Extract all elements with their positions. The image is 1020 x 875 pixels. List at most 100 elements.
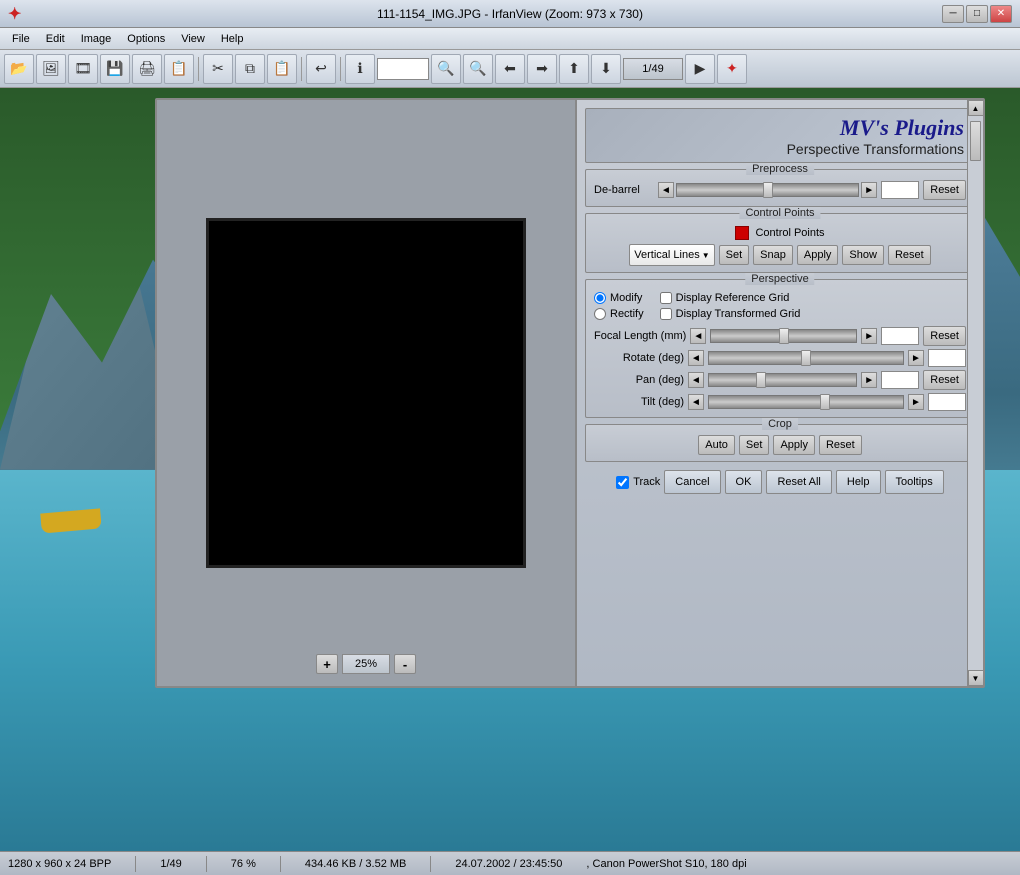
- focal-reset-button[interactable]: Reset: [923, 326, 966, 346]
- undo-button[interactable]: ↩: [306, 54, 336, 84]
- debarrel-label: De-barrel: [594, 184, 654, 196]
- slider-right-arrow[interactable]: ►: [861, 182, 877, 198]
- open-button[interactable]: 📂: [4, 54, 34, 84]
- rotate-right-arrow[interactable]: ►: [908, 350, 924, 366]
- slider-left-arrow[interactable]: ◄: [658, 182, 674, 198]
- menu-options[interactable]: Options: [119, 31, 173, 47]
- rotate-slider[interactable]: [708, 351, 904, 365]
- save-button[interactable]: 💾: [100, 54, 130, 84]
- modify-label: Modify: [610, 292, 642, 304]
- cp-apply-button[interactable]: Apply: [797, 245, 839, 265]
- control-points-row2: Vertical Lines ▼ Set Snap Apply Show Res…: [594, 244, 966, 266]
- zoom-in-button[interactable]: 🔍: [431, 54, 461, 84]
- pan-value[interactable]: -10.5: [881, 371, 919, 389]
- control-points-section: Control Points Control Points Vertical L…: [585, 213, 975, 273]
- modify-radio[interactable]: [594, 292, 606, 304]
- focal-length-value[interactable]: 50: [881, 327, 919, 345]
- thumbnail-button[interactable]: 🖼: [36, 54, 66, 84]
- rotate-left-arrow[interactable]: ◄: [688, 350, 704, 366]
- print-button[interactable]: 🖨: [132, 54, 162, 84]
- trans-grid-checkbox[interactable]: [660, 308, 672, 320]
- preprocess-reset-button[interactable]: Reset: [923, 180, 966, 200]
- scrollbar-track: [968, 116, 983, 670]
- tilt-right-arrow[interactable]: ►: [908, 394, 924, 410]
- title-bar: ✦ 111-1154_IMG.JPG - IrfanView (Zoom: 97…: [0, 0, 1020, 28]
- rectify-row: Rectify: [594, 308, 644, 320]
- info-button2[interactable]: 📋: [164, 54, 194, 84]
- last-button[interactable]: ⬇: [591, 54, 621, 84]
- tooltips-button[interactable]: Tooltips: [885, 470, 944, 494]
- preview-zoom-minus[interactable]: -: [394, 654, 416, 674]
- rotate-value[interactable]: 0.0: [928, 349, 966, 367]
- prev-button[interactable]: ⬅: [495, 54, 525, 84]
- crop-apply-button[interactable]: Apply: [773, 435, 815, 455]
- focal-slider[interactable]: [710, 329, 857, 343]
- scrollbar-thumb[interactable]: [970, 121, 981, 161]
- focal-right-arrow[interactable]: ►: [861, 328, 877, 344]
- pan-thumb[interactable]: [756, 372, 766, 388]
- first-button[interactable]: ⬆: [559, 54, 589, 84]
- copy-button[interactable]: ⧉: [235, 54, 265, 84]
- menu-file[interactable]: File: [4, 31, 38, 47]
- cp-reset-button[interactable]: Reset: [888, 245, 931, 265]
- vertical-lines-dropdown[interactable]: Vertical Lines ▼: [629, 244, 714, 266]
- tilt-value[interactable]: 11.0: [928, 393, 966, 411]
- reset-all-button[interactable]: Reset All: [766, 470, 831, 494]
- next-button[interactable]: ➡: [527, 54, 557, 84]
- cancel-button[interactable]: Cancel: [664, 470, 720, 494]
- focal-thumb[interactable]: [779, 328, 789, 344]
- maximize-button[interactable]: □: [966, 5, 988, 23]
- crop-reset-button[interactable]: Reset: [819, 435, 862, 455]
- status-filesize: 434.46 KB / 3.52 MB: [305, 858, 407, 870]
- zoom-input[interactable]: 76.0: [377, 58, 429, 80]
- plugin-panel: + 25% - MV's Plugins Perspective Transfo…: [155, 98, 985, 688]
- menu-edit[interactable]: Edit: [38, 31, 73, 47]
- pan-right-arrow[interactable]: ►: [861, 372, 877, 388]
- scrollbar-down[interactable]: ▼: [968, 670, 984, 686]
- preview-controls: + 25% -: [316, 654, 416, 674]
- debarrel-slider[interactable]: ◄ ►: [658, 182, 877, 198]
- filmstrip-button[interactable]: 🎞: [68, 54, 98, 84]
- tilt-left-arrow[interactable]: ◄: [688, 394, 704, 410]
- debarrel-value[interactable]: 0: [881, 181, 919, 199]
- slideshow-button[interactable]: ▶: [685, 54, 715, 84]
- bottom-buttons: Track Cancel OK Reset All Help Tooltips: [585, 470, 975, 494]
- zoom-out-button[interactable]: 🔍: [463, 54, 493, 84]
- irfan-button[interactable]: ✦: [717, 54, 747, 84]
- menu-help[interactable]: Help: [213, 31, 252, 47]
- cp-snap-button[interactable]: Snap: [753, 245, 793, 265]
- cut-button[interactable]: ✂: [203, 54, 233, 84]
- crop-auto-button[interactable]: Auto: [698, 435, 735, 455]
- pan-left-arrow[interactable]: ◄: [688, 372, 704, 388]
- slider-track[interactable]: [676, 183, 859, 197]
- ref-grid-checkbox[interactable]: [660, 292, 672, 304]
- plugin-subtitle: Perspective Transformations: [787, 141, 964, 157]
- pan-slider[interactable]: [708, 373, 857, 387]
- cp-set-button[interactable]: Set: [719, 245, 750, 265]
- plugin-branding: MV's Plugins: [840, 115, 964, 141]
- scrollbar-up[interactable]: ▲: [968, 100, 984, 116]
- preview-zoom-plus[interactable]: +: [316, 654, 338, 674]
- paste-button[interactable]: 📋: [267, 54, 297, 84]
- tilt-thumb[interactable]: [820, 394, 830, 410]
- cp-show-button[interactable]: Show: [842, 245, 884, 265]
- slider-thumb[interactable]: [763, 182, 773, 198]
- pan-label: Pan (deg): [594, 374, 684, 386]
- app-icon: ✦: [8, 4, 21, 24]
- info-button[interactable]: ℹ: [345, 54, 375, 84]
- track-checkbox[interactable]: [616, 476, 629, 489]
- tilt-slider[interactable]: [708, 395, 904, 409]
- rectify-radio[interactable]: [594, 308, 606, 320]
- crop-set-button[interactable]: Set: [739, 435, 770, 455]
- menu-view[interactable]: View: [173, 31, 213, 47]
- pan-reset-button[interactable]: Reset: [923, 370, 966, 390]
- rotate-thumb[interactable]: [801, 350, 811, 366]
- menu-image[interactable]: Image: [73, 31, 120, 47]
- minimize-button[interactable]: ─: [942, 5, 964, 23]
- ok-button[interactable]: OK: [725, 470, 763, 494]
- modify-rectify-row: Modify Rectify Display Reference Grid: [594, 292, 966, 320]
- crop-row: Auto Set Apply Reset: [594, 435, 966, 455]
- help-button[interactable]: Help: [836, 470, 881, 494]
- focal-left-arrow[interactable]: ◄: [690, 328, 706, 344]
- close-button[interactable]: ✕: [990, 5, 1012, 23]
